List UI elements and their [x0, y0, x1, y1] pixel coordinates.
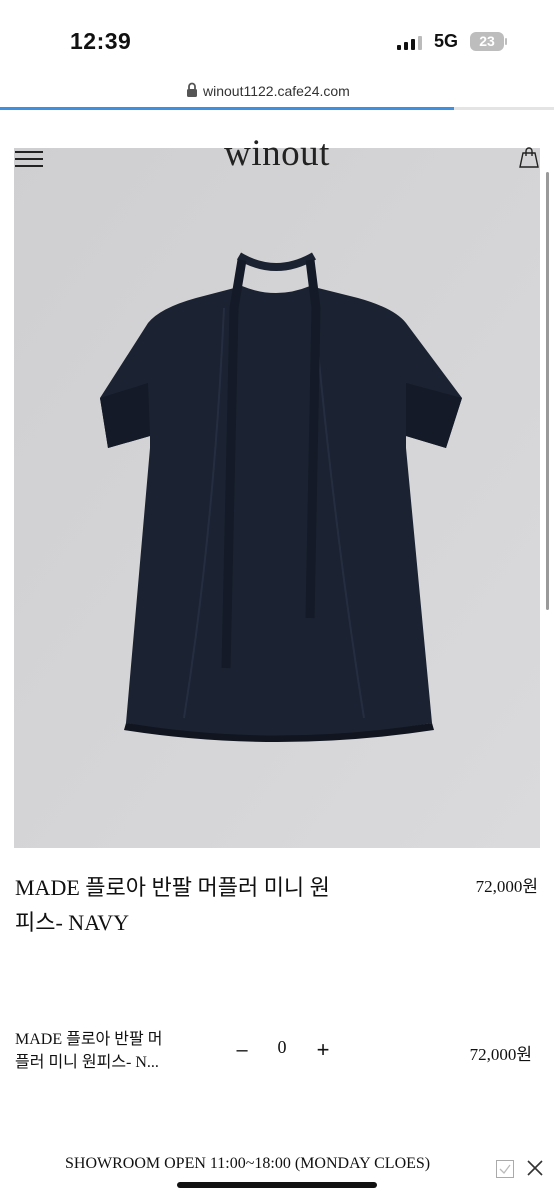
page-load-progress [0, 107, 554, 110]
home-indicator[interactable] [177, 1182, 377, 1188]
site-logo[interactable]: winout [0, 132, 554, 175]
dismiss-checkbox[interactable] [496, 1160, 514, 1178]
product-title-line2: 피스- NAVY [15, 910, 130, 935]
showroom-banner-text: SHOWROOM OPEN 11:00~18:00 (MONDAY CLOES) [65, 1155, 431, 1172]
dress-illustration [14, 148, 540, 848]
product-title: MADE 플로아 반팔 머플러 미니 원 피스- NAVY [15, 870, 395, 940]
status-time: 12:39 [70, 28, 132, 54]
scrollbar[interactable] [546, 172, 549, 610]
option-name-line1: MADE 플로아 반팔 머 [15, 1031, 163, 1048]
lock-icon [187, 82, 197, 97]
cellular-signal-icon [397, 35, 422, 50]
shopping-bag-icon[interactable] [517, 145, 541, 169]
product-title-line1: MADE 플로아 반팔 머플러 미니 원 [15, 875, 330, 900]
quantity-decrease-button[interactable]: – [234, 1038, 250, 1062]
product-image[interactable] [14, 148, 540, 848]
quantity-increase-button[interactable]: + [314, 1038, 332, 1062]
battery-level: 23 [470, 32, 504, 51]
quantity-value[interactable]: 0 [270, 1037, 294, 1058]
option-price: 72,000원 [469, 1045, 532, 1064]
battery-icon: 23 [470, 32, 507, 51]
url-text[interactable]: winout1122.cafe24.com [203, 83, 350, 99]
option-name: MADE 플로아 반팔 머 플러 미니 원피스- N... [15, 1028, 200, 1074]
option-name-line2: 플러 미니 원피스- N... [15, 1054, 159, 1071]
close-icon[interactable] [525, 1158, 545, 1178]
product-price: 72,000원 [475, 877, 538, 896]
network-type: 5G [434, 31, 459, 51]
check-icon [499, 1164, 511, 1174]
status-bar: 12:39 5G 23 [0, 0, 554, 76]
page-load-progress-fill [0, 107, 455, 110]
